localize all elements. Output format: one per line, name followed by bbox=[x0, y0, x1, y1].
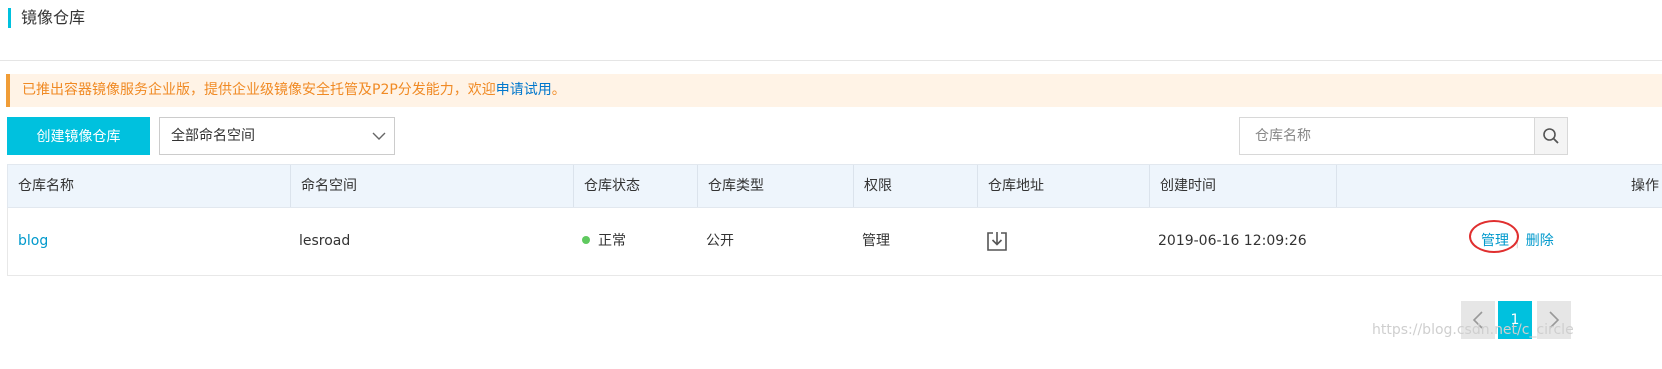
col-header-type: 仓库类型 bbox=[697, 165, 853, 207]
repo-status-text: 正常 bbox=[598, 233, 626, 249]
page-title: 镜像仓库 bbox=[21, 8, 86, 27]
search-icon bbox=[1543, 128, 1559, 144]
pagination-next-button[interactable] bbox=[1537, 301, 1571, 339]
status-ok-dot bbox=[582, 236, 590, 244]
manage-link[interactable]: 管理 bbox=[1481, 233, 1509, 249]
repo-address[interactable] bbox=[986, 230, 1008, 254]
namespace-select-value: 全部命名空间 bbox=[171, 128, 255, 144]
chevron-left-icon bbox=[1472, 311, 1483, 329]
search-button[interactable] bbox=[1534, 117, 1568, 155]
namespace-select[interactable]: 全部命名空间 bbox=[159, 117, 395, 155]
col-header-address: 仓库地址 bbox=[977, 165, 1149, 207]
col-header-name: 仓库名称 bbox=[18, 178, 74, 194]
repo-type: 公开 bbox=[706, 233, 734, 249]
chevron-right-icon bbox=[1549, 311, 1560, 329]
repo-name-link[interactable]: blog bbox=[18, 208, 48, 275]
notice-suffix: 。 bbox=[551, 82, 566, 98]
repo-status: 正常 bbox=[582, 208, 626, 275]
col-header-permission: 权限 bbox=[853, 165, 977, 207]
col-header-namespace: 命名空间 bbox=[290, 165, 573, 207]
chevron-down-icon bbox=[372, 132, 386, 140]
col-header-created: 创建时间 bbox=[1149, 165, 1336, 207]
col-header-actions: 操作 bbox=[1336, 165, 1662, 207]
download-icon[interactable] bbox=[986, 230, 1008, 252]
pagination-prev-button[interactable] bbox=[1461, 301, 1495, 339]
repo-created-time: 2019-06-16 12:09:26 bbox=[1158, 233, 1307, 249]
repo-permission: 管理 bbox=[862, 233, 890, 249]
apply-trial-link[interactable]: 申请试用 bbox=[496, 82, 552, 98]
col-header-status: 仓库状态 bbox=[573, 165, 697, 207]
table-header: 仓库名称 命名空间 仓库状态 仓库类型 权限 仓库地址 创建时间 操作 bbox=[7, 164, 1662, 208]
create-repo-button[interactable]: 创建镜像仓库 bbox=[7, 117, 150, 155]
repo-search-input[interactable] bbox=[1239, 117, 1535, 155]
table-row: blog lesroad 正常 公开 管理 2019-06-16 12:09:2… bbox=[7, 208, 1662, 276]
pagination-page-current[interactable]: 1 bbox=[1498, 301, 1532, 339]
repo-namespace: lesroad bbox=[299, 233, 351, 249]
page-header: 镜像仓库 bbox=[0, 0, 1662, 61]
title-accent-bar bbox=[8, 8, 11, 28]
row-actions: 管理 | 删除 bbox=[1481, 208, 1554, 275]
action-separator: | bbox=[1515, 233, 1520, 249]
notice-banner: 已推出容器镜像服务企业版，提供企业级镜像安全托管及P2P分发能力，欢迎申请试用。 bbox=[6, 74, 1662, 107]
delete-link[interactable]: 删除 bbox=[1526, 233, 1554, 249]
notice-text: 已推出容器镜像服务企业版，提供企业级镜像安全托管及P2P分发能力，欢迎 bbox=[22, 82, 496, 98]
